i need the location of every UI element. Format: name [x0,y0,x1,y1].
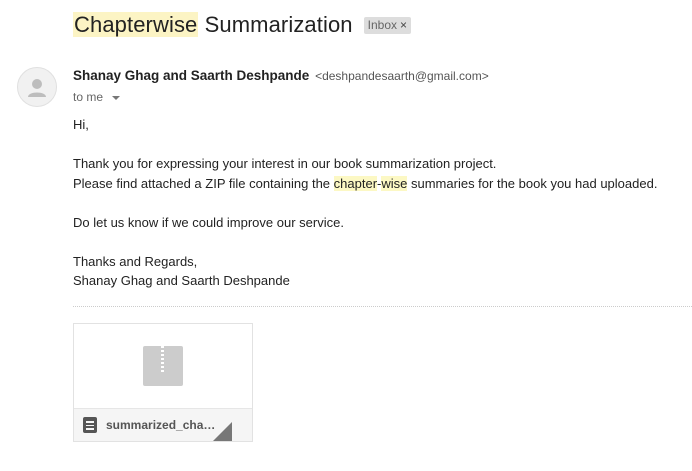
email-body: Hi, Thank you for expressing your intere… [73,115,683,291]
body-line-2-start: Please find attached a ZIP file containi… [73,175,334,191]
sender-line: Shanay Ghag and Saarth Deshpande <deshpa… [73,68,489,83]
highlight-chapter: chapter [333,175,378,191]
sender-email[interactable]: <deshpandesaarth@gmail.com> [315,69,489,83]
inbox-label-chip[interactable]: Inbox × [363,16,412,34]
attachment-card[interactable]: summarized_chapt… [73,323,253,442]
highlight-wise: wise [381,175,408,191]
chevron-down-icon[interactable] [112,95,121,100]
subject-title: Chapterwise Summarization [73,12,353,38]
signature: Shanay Ghag and Saarth Deshpande [73,273,290,288]
body-line-2-end: summaries for the book you had uploaded. [407,175,658,191]
recipient-text: to me [73,90,104,104]
sender-avatar[interactable] [17,67,57,107]
person-icon [28,79,46,97]
greeting: Hi, [73,117,89,132]
sender-name[interactable]: Shanay Ghag and Saarth Deshpande [73,68,309,83]
body-line-1: Thank you for expressing your interest i… [73,156,497,171]
body-line-2: Please find attached a ZIP file containi… [73,174,683,194]
body-line-3: Do let us know if we could improve our s… [73,214,344,230]
attachment-divider [73,306,692,307]
document-icon [83,417,97,433]
subject-highlight: Chapterwise [73,12,199,37]
page-corner-fold [213,422,232,441]
email-subject: Chapterwise Summarization Inbox × [73,10,412,40]
subject-rest: Summarization [204,12,353,37]
remove-label-icon[interactable]: × [400,18,407,32]
recipient-details-toggle[interactable]: to me [73,90,121,104]
inbox-label-text: Inbox [367,18,397,32]
zip-file-icon [143,346,183,386]
closing: Thanks and Regards, [73,253,198,269]
attachment-file-name[interactable]: summarized_chapt… [106,418,222,432]
